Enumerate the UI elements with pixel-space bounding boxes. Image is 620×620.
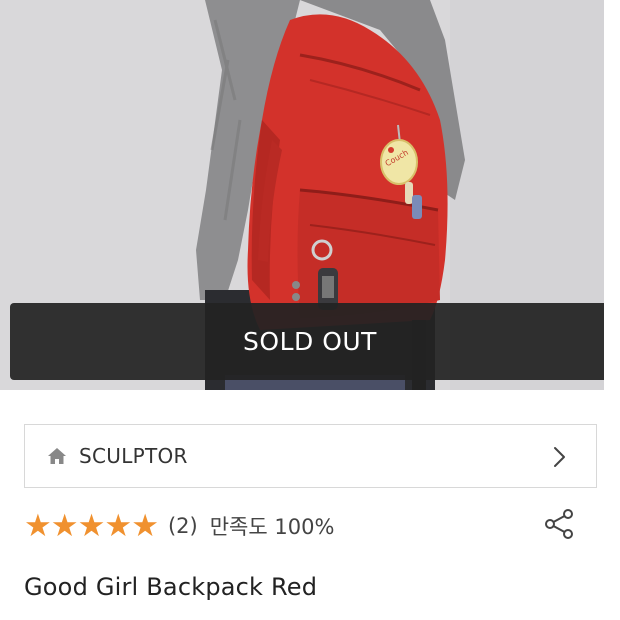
sold-out-banner: SOLD OUT: [10, 303, 604, 380]
home-icon: [47, 446, 67, 466]
store-link[interactable]: SCULPTOR: [24, 424, 597, 488]
star-icon: ★: [24, 507, 52, 544]
product-image[interactable]: Couch SOLD OUT: [0, 0, 604, 390]
star-rating: ★ ★ ★ ★ ★: [24, 507, 159, 544]
star-icon: ★: [50, 507, 79, 544]
product-title: Good Girl Backpack Red: [24, 573, 318, 601]
star-icon: ★: [77, 507, 106, 544]
chevron-right-icon: [552, 445, 568, 469]
satisfaction-score: 만족도 100%: [209, 515, 335, 539]
star-icon: ★: [104, 507, 133, 544]
sold-out-label: SOLD OUT: [243, 327, 377, 356]
store-name: SCULPTOR: [79, 444, 188, 468]
star-icon: ★: [131, 507, 159, 544]
rating-row[interactable]: ★ ★ ★ ★ ★ (2) 만족도 100%: [24, 506, 584, 546]
share-icon[interactable]: [544, 508, 576, 540]
review-count[interactable]: (2): [168, 514, 198, 538]
product-detail-page: Couch SOLD OUT SCULPTOR ★ ★ ★ ★ ★ (2) 만족…: [0, 0, 620, 620]
